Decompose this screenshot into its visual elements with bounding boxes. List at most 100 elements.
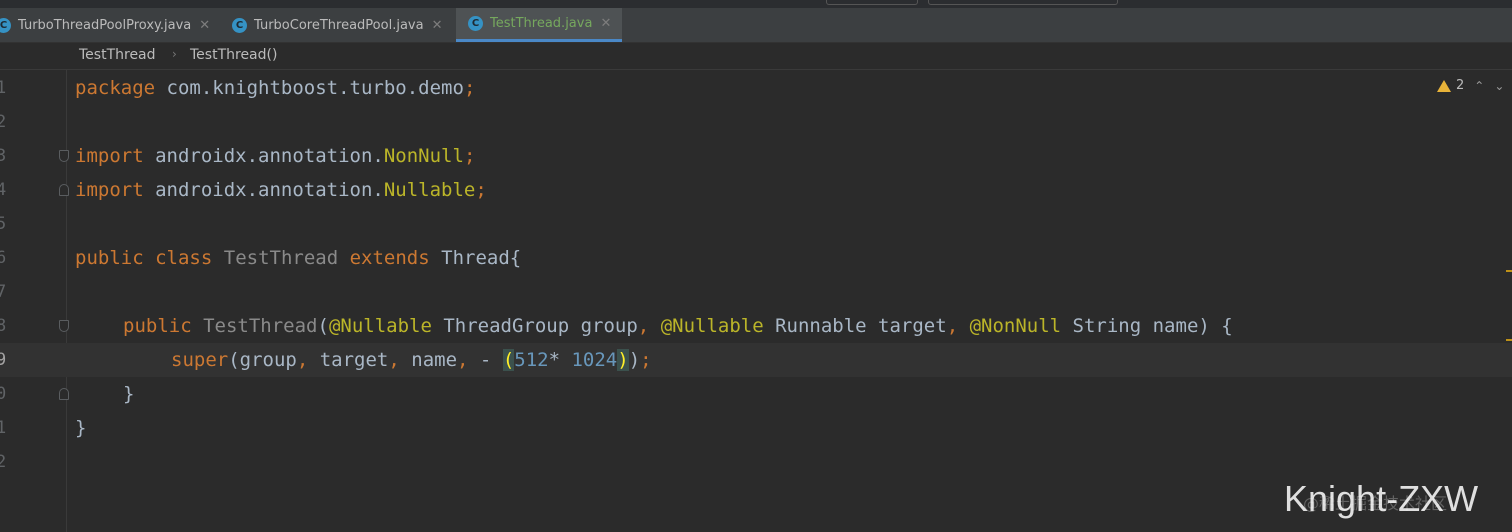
matched-paren: ) [617,349,629,371]
close-icon[interactable]: ✕ [432,18,443,33]
breadcrumb: TestThread › TestThread() [0,43,1512,70]
editor-tab-bar: C TurboThreadPoolProxy.java ✕ C TurboCor… [0,8,1512,43]
line-number: 9 [0,350,7,370]
arg: name [399,349,458,371]
paren: ) [628,349,641,371]
code-line: 3 import androidx.annotation.NonNull; [0,139,1512,173]
semicolon: ; [463,145,476,167]
comma: , [946,315,959,337]
number: 512 [514,349,549,371]
line-number: 6 [0,248,7,268]
paren: ( [317,315,329,337]
matched-paren: ( [502,349,515,371]
param: String name) { [1061,315,1233,337]
tab-test-thread[interactable]: C TestThread.java ✕ [456,8,622,42]
breadcrumb-separator: › [172,47,177,61]
code-line-current: 9 super(group, target, name, - (512* 102… [0,343,1512,377]
keyword: super [171,349,229,371]
keyword: package [75,77,156,99]
annotation: @NonNull [969,315,1062,337]
param: Runnable target [763,315,947,337]
breadcrumb-item-class[interactable]: TestThread [79,47,156,63]
line-number: 3 [0,146,7,166]
tab-turbo-thread-pool-proxy[interactable]: C TurboThreadPoolProxy.java ✕ [0,8,222,42]
comma: , [637,315,650,337]
annotation: @Nullable [328,315,432,337]
fold-end-icon[interactable] [59,184,69,196]
line-number: 4 [0,180,7,200]
comma: , [457,349,469,371]
warning-count: 2 [1456,78,1465,93]
semicolon: ; [463,77,476,99]
code-text: package com.knightboost.turbo.demo; [75,71,475,105]
tab-label: TestThread.java [490,16,593,31]
fold-end-icon[interactable] [59,388,69,400]
scrollbar-warning-marker[interactable] [1506,339,1512,341]
line-number: 0 [0,384,7,404]
line-number: 1 [0,78,7,98]
line-number: 2 [0,112,7,132]
keyword: import [75,179,144,201]
operator: - [468,349,503,371]
annotation: @Nullable [660,315,764,337]
code-text: } [123,383,135,405]
code-text: public TestThread(@Nullable ThreadGroup … [123,309,1233,343]
chevron-down-icon[interactable]: ⌄ [1494,79,1504,93]
inspection-widget[interactable]: 2 ⌃ ⌄ [1437,78,1504,93]
code-line: 0 } [0,377,1512,411]
scrollbar-warning-marker[interactable] [1506,270,1512,272]
toolbar-control[interactable] [928,0,1118,5]
warning-icon [1437,79,1451,92]
line-number: 8 [0,316,7,336]
breadcrumb-item-constructor[interactable]: TestThread() [190,47,277,63]
number: 1024 [571,349,618,371]
toolbar-control[interactable] [826,0,918,5]
code-text: super(group, target, name, - (512* 1024)… [171,343,652,377]
keyword: class [155,247,213,269]
import-package: androidx.annotation. [143,145,384,167]
code-line: 2 [0,105,1512,139]
tab-label: TurboCoreThreadPool.java [254,17,424,33]
fold-icon[interactable] [59,320,69,332]
keyword: import [75,145,144,167]
import-class: Nullable [383,179,476,201]
line-number: 1 [0,418,7,438]
line-number: 2 [0,452,7,472]
close-icon[interactable]: ✕ [600,16,611,31]
code-line: 4 import androidx.annotation.Nullable; [0,173,1512,207]
keyword: public [75,247,144,269]
line-number: 7 [0,282,7,302]
line-number: 5 [0,214,7,234]
top-toolbar-strip [0,0,1512,8]
tab-turbo-core-thread-pool[interactable]: C TurboCoreThreadPool.java ✕ [224,8,456,42]
constructor-name: TestThread [203,315,318,337]
semicolon: ; [640,349,652,371]
code-line: 2 [0,445,1512,479]
arg: target [308,349,389,371]
keyword: public [123,315,192,337]
code-text: import androidx.annotation.NonNull; [75,139,475,173]
code-line: 5 [0,207,1512,241]
class-icon: C [232,17,247,33]
code-text: import androidx.annotation.Nullable; [75,173,487,207]
class-icon: C [0,17,11,33]
watermark: Knight-ZXW [1284,478,1479,519]
tab-label: TurboThreadPoolProxy.java [18,17,192,33]
code-text: } [75,417,87,439]
arg: (group [228,349,297,371]
superclass: Thread{ [441,247,522,269]
code-line: 8 public TestThread(@Nullable ThreadGrou… [0,309,1512,343]
chevron-up-icon[interactable]: ⌃ [1474,79,1484,93]
param: ThreadGroup group [431,315,638,337]
code-line: 1 } [0,411,1512,445]
code-line: 6 public class TestThread extends Thread… [0,241,1512,275]
comma: , [388,349,400,371]
import-class: NonNull [383,145,464,167]
fold-icon[interactable] [59,150,69,162]
semicolon: ; [475,179,487,201]
keyword: extends [349,247,430,269]
code-text: public class TestThread extends Thread{ [75,241,521,275]
package-name: com.knightboost.turbo.demo [155,77,464,99]
code-editor[interactable]: 1 package com.knightboost.turbo.demo; 2 … [0,70,1512,532]
close-icon[interactable]: ✕ [199,18,210,33]
